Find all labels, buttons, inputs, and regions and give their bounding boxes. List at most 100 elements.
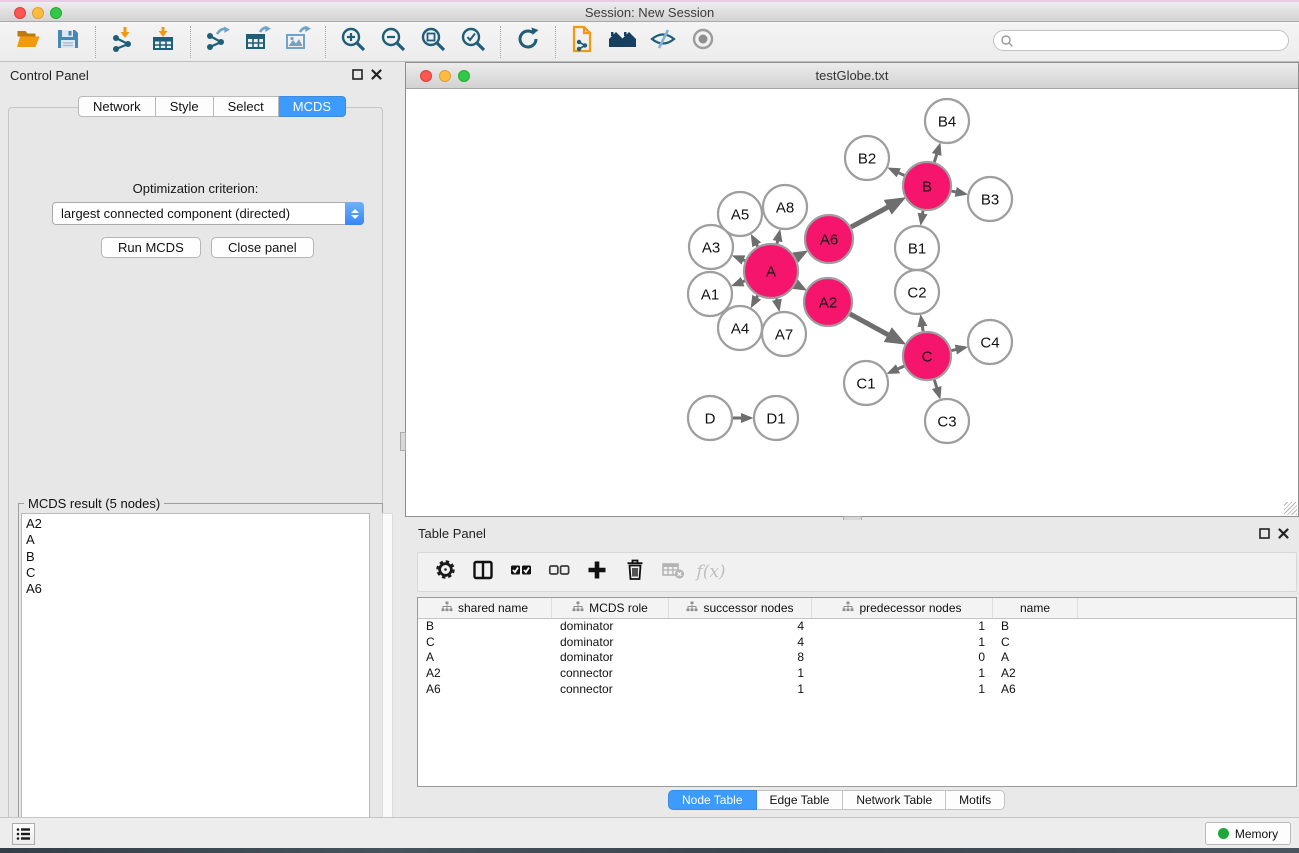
- edge-A-A3[interactable]: [735, 257, 745, 261]
- toolbar-separator: [500, 26, 501, 58]
- zoom-selected-button[interactable]: [453, 25, 493, 59]
- mcds-result-item[interactable]: B: [26, 549, 365, 565]
- float-panel-icon[interactable]: [352, 69, 363, 80]
- gear-button[interactable]: [428, 556, 462, 588]
- table-cell: dominator: [552, 619, 669, 634]
- edge-B-B2[interactable]: [891, 169, 905, 175]
- edge-A-A5[interactable]: [753, 237, 758, 246]
- tab-select[interactable]: Select: [214, 96, 279, 117]
- edge-B-B4[interactable]: [934, 146, 939, 162]
- columns-button[interactable]: [466, 556, 500, 588]
- attribute-icon: [572, 601, 584, 615]
- column-header-predecessor-nodes[interactable]: predecessor nodes: [812, 598, 993, 618]
- deselect-all-button[interactable]: [542, 556, 576, 588]
- criterion-dropdown[interactable]: largest connected component (directed): [52, 202, 364, 225]
- network-window-titlebar[interactable]: testGlobe.txt: [406, 63, 1298, 89]
- search-input[interactable]: [1014, 32, 1288, 49]
- export-table-button[interactable]: [238, 25, 278, 59]
- tab-mcds[interactable]: MCDS: [279, 96, 346, 117]
- table-cell: A2: [418, 666, 552, 681]
- edge-A-A7[interactable]: [777, 298, 779, 308]
- node-label-A: A: [766, 263, 776, 280]
- mcds-list-scrollbar[interactable]: [382, 513, 393, 841]
- mcds-result-list[interactable]: A2ABCA6: [21, 513, 370, 841]
- column-header-MCDS-role[interactable]: MCDS role: [552, 598, 669, 618]
- mcds-result-item[interactable]: A2: [26, 516, 365, 532]
- edge-C-C1[interactable]: [890, 366, 904, 372]
- column-header-name[interactable]: name: [993, 598, 1078, 618]
- edge-A-A4[interactable]: [753, 296, 758, 305]
- run-mcds-button[interactable]: Run MCDS: [101, 237, 201, 258]
- zoom-in-button[interactable]: [333, 25, 373, 59]
- edge-A6-B[interactable]: [851, 200, 901, 227]
- export-image-button[interactable]: [278, 25, 318, 59]
- node-label-A4: A4: [731, 320, 749, 337]
- zoom-fit-button[interactable]: [413, 25, 453, 59]
- mcds-result-item[interactable]: C: [26, 565, 365, 581]
- table-cell: B: [418, 619, 552, 634]
- close-panel-button[interactable]: Close panel: [211, 237, 314, 258]
- tab-edge-table[interactable]: Edge Table: [757, 790, 844, 810]
- open-session-button[interactable]: [8, 25, 48, 59]
- delete-row-button[interactable]: [618, 556, 652, 588]
- tab-motifs[interactable]: Motifs: [946, 790, 1005, 810]
- tab-network-table[interactable]: Network Table: [843, 790, 946, 810]
- memory-label: Memory: [1235, 827, 1278, 841]
- edge-A-A1[interactable]: [735, 281, 745, 285]
- window-resize-grip[interactable]: [1284, 502, 1297, 515]
- edge-A-A8[interactable]: [777, 233, 779, 244]
- column-header-shared-name[interactable]: shared name: [418, 598, 552, 618]
- edge-A-A6[interactable]: [796, 253, 805, 258]
- column-header-successor-nodes[interactable]: successor nodes: [669, 598, 812, 618]
- close-table-panel-icon[interactable]: [1278, 528, 1289, 539]
- table-header-row: shared nameMCDS rolesuccessor nodesprede…: [418, 598, 1296, 619]
- table-row[interactable]: Bdominator41B: [418, 619, 1296, 635]
- zoom-out-icon: [380, 26, 407, 58]
- table-cell: B: [993, 619, 1078, 634]
- add-row-button[interactable]: [580, 556, 614, 588]
- mcds-result-item[interactable]: A6: [26, 581, 365, 597]
- task-history-button[interactable]: [12, 823, 35, 845]
- select-all-button[interactable]: [504, 556, 538, 588]
- edge-C-C2[interactable]: [921, 318, 923, 331]
- export-network-button[interactable]: [198, 25, 238, 59]
- table-row[interactable]: Cdominator41C: [418, 635, 1296, 651]
- tab-node-table[interactable]: Node Table: [668, 790, 757, 810]
- attribute-icon: [441, 601, 453, 615]
- edge-B-B1[interactable]: [921, 211, 923, 222]
- home-button[interactable]: [603, 25, 643, 59]
- import-network-button[interactable]: [103, 25, 143, 59]
- tab-network[interactable]: Network: [78, 96, 156, 117]
- edge-B-B3[interactable]: [951, 191, 964, 194]
- node-label-A8: A8: [776, 199, 794, 216]
- close-panel-icon[interactable]: [371, 69, 382, 80]
- network-canvas[interactable]: B4B2BB3A8A5A6A3B1AC2A1A2A4A7C4CC1DD1C3: [406, 89, 1298, 516]
- edge-A-A2[interactable]: [796, 284, 804, 288]
- save-session-button[interactable]: [48, 25, 88, 59]
- node-label-A2: A2: [819, 294, 837, 311]
- search-field[interactable]: [993, 30, 1289, 51]
- tab-style[interactable]: Style: [156, 96, 214, 117]
- network-graph[interactable]: B4B2BB3A8A5A6A3B1AC2A1A2A4A7C4CC1DD1C3: [406, 89, 1298, 516]
- edge-A2-C[interactable]: [850, 314, 901, 342]
- edge-C-C3[interactable]: [934, 380, 939, 396]
- mcds-result-item[interactable]: A: [26, 532, 365, 548]
- eye-button[interactable]: [683, 25, 723, 59]
- table-row[interactable]: A2connector11A2: [418, 666, 1296, 682]
- refresh-layout-button[interactable]: [508, 25, 548, 59]
- table-row[interactable]: Adominator80A: [418, 650, 1296, 666]
- document-network-button[interactable]: [563, 25, 603, 59]
- memory-button[interactable]: Memory: [1205, 822, 1291, 845]
- float-table-panel-icon[interactable]: [1259, 528, 1270, 539]
- import-table-button[interactable]: [143, 25, 183, 59]
- app-root: { "window": { "title": "Session: New Ses…: [0, 0, 1299, 853]
- annotation-eye-button[interactable]: [643, 25, 683, 59]
- edge-C-C4[interactable]: [951, 348, 964, 351]
- zoom-fit-icon: [420, 26, 447, 58]
- export-image-icon: [285, 26, 311, 57]
- table-cell: C: [993, 635, 1078, 650]
- divider-grip-left[interactable]: [400, 432, 406, 451]
- table-row[interactable]: A6connector11A6: [418, 681, 1296, 697]
- zoom-out-button[interactable]: [373, 25, 413, 59]
- node-label-C: C: [922, 348, 933, 365]
